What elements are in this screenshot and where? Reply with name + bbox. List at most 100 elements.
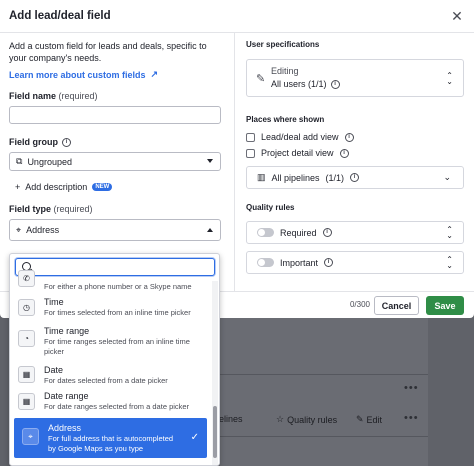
editing-value-row: All users (1/1) i [271, 79, 453, 89]
shield-icon: ☆ [276, 414, 285, 424]
option-description: For either a phone number or a Skype nam… [44, 282, 192, 291]
editing-label: Editing [271, 66, 299, 76]
field-type-select[interactable]: ⌖ Address [9, 219, 221, 241]
more-options-icon: ••• [404, 382, 419, 394]
option-title: Address [48, 423, 82, 433]
plus-icon: + [15, 182, 21, 192]
info-icon[interactable]: i [344, 132, 354, 142]
place-label: Lead/deal add view [261, 132, 339, 142]
learn-more-label: Learn more about custom fields [9, 69, 146, 80]
option-title: Time [44, 297, 64, 307]
important-rule[interactable]: Important i ⌃ ⌄ [246, 251, 464, 274]
group-icon: ⧉ [16, 156, 23, 166]
field-type-option-time[interactable]: ◷ Time For times selected from an inline… [10, 293, 213, 323]
field-type-option-time-range[interactable]: ◔ Time range For time ranges selected fr… [10, 323, 213, 361]
modal-header: Add lead/deal field ✕ [0, 0, 474, 33]
updown-chevron-icon: ⌃ ⌄ [446, 225, 453, 240]
chevron-down-icon: ⌄ [443, 172, 451, 182]
option-title: Date range [44, 391, 89, 401]
place-label: Project detail view [261, 148, 334, 158]
field-group-label: Field group i [9, 137, 221, 147]
pencil-icon: ✎ [256, 73, 266, 85]
info-icon[interactable]: i [330, 79, 340, 89]
add-description-label: Add description [25, 182, 88, 192]
important-label: Important [280, 257, 319, 268]
background-quality-rules: ☆ Quality rules [276, 414, 337, 425]
field-type-text: Field type [9, 204, 52, 214]
pencil-icon: ✎ [356, 414, 364, 424]
checkbox[interactable] [246, 132, 255, 142]
info-icon[interactable]: i [324, 258, 334, 267]
calendar-icon: ▦ [18, 366, 35, 383]
field-type-option-date[interactable]: ▦ Date For dates selected from a date pi… [10, 361, 213, 387]
info-icon[interactable]: i [339, 148, 349, 158]
background-divider [220, 436, 428, 437]
scrollbar-thumb[interactable] [213, 406, 217, 458]
option-description: For dates selected from a date picker [44, 376, 168, 385]
time-range-icon: ◔ [18, 330, 35, 347]
intro-text: Add a custom field for leads and deals, … [9, 41, 207, 63]
checkmark-icon: ✓ [190, 432, 199, 443]
option-description: For full address that is autocompleted b… [48, 434, 174, 453]
required-toggle[interactable] [257, 228, 274, 237]
learn-more-link[interactable]: Learn more about custom fields ↗ [9, 69, 221, 80]
pipeline-icon: ▥ [257, 172, 266, 182]
field-type-option-phone[interactable]: ✆ For either a phone number or a Skype n… [10, 270, 213, 293]
field-type-option-address[interactable]: ⌖ Address For full address that is autoc… [14, 418, 207, 458]
editing-select[interactable]: ✎ Editing All users (1/1) i ⌃ ⌄ [246, 59, 464, 97]
calendar-range-icon: ▦ [18, 393, 35, 410]
field-name-text: Field name [9, 91, 57, 101]
option-description: For time ranges selected from an inline … [44, 337, 190, 356]
map-pin-icon: ⌖ [22, 428, 39, 445]
phone-icon: ✆ [18, 270, 35, 287]
column-divider [234, 33, 235, 291]
updown-chevron-icon: ⌃ ⌄ [446, 255, 453, 270]
checkbox[interactable] [246, 148, 255, 158]
field-group-text: Field group [9, 137, 58, 147]
background-quality-label: Quality rules [287, 414, 338, 425]
chevron-down-icon [207, 159, 213, 163]
user-specifications-title: User specifications [246, 40, 320, 49]
map-pin-icon: ⌖ [16, 224, 22, 235]
updown-chevron-icon: ⌃ ⌄ [446, 71, 453, 86]
field-group-select[interactable]: ⧉ Ungrouped [9, 152, 221, 171]
option-title: Date [44, 365, 64, 375]
field-type-label: Field type (required) [9, 204, 221, 214]
save-button[interactable]: Save [426, 296, 464, 315]
character-counter: 0/300 [349, 300, 370, 309]
places-title: Places where shown [246, 115, 325, 124]
option-description: For times selected from an inline time p… [44, 308, 191, 317]
field-name-required: (required) [58, 91, 98, 101]
field-group-value: Ungrouped [27, 156, 72, 167]
more-options-icon: ••• [404, 412, 419, 424]
required-label: Required [280, 227, 317, 238]
left-column: Add a custom field for leads and deals, … [9, 40, 221, 241]
new-badge: NEW [92, 183, 113, 191]
option-title: Time range [44, 326, 90, 336]
info-icon[interactable]: i [322, 228, 332, 237]
pipelines-count: (1/1) [325, 172, 345, 183]
field-type-value: Address [26, 225, 60, 235]
clock-icon: ◷ [18, 299, 35, 316]
close-icon[interactable]: ✕ [449, 8, 465, 24]
field-name-label: Field name (required) [9, 91, 221, 101]
place-lead-deal-add-view[interactable]: Lead/deal add view i [246, 129, 464, 145]
background-edit-label: Edit [366, 414, 383, 425]
pipelines-value: All pipelines [271, 172, 320, 183]
required-rule[interactable]: Required i ⌃ ⌄ [246, 221, 464, 244]
field-name-input[interactable] [9, 106, 221, 124]
place-project-detail-view[interactable]: Project detail view i [246, 145, 464, 161]
cancel-button[interactable]: Cancel [374, 296, 419, 315]
pipelines-select[interactable]: ▥ All pipelines (1/1) i ⌄ [246, 166, 464, 189]
right-column: User specifications ✎ Editing All users … [246, 40, 464, 274]
add-description-button[interactable]: + Add description NEW [9, 182, 221, 192]
info-icon[interactable]: i [350, 173, 360, 182]
field-type-dropdown: ✆ For either a phone number or a Skype n… [9, 253, 220, 466]
field-type-option-date-range[interactable]: ▦ Date range For date ranges selected fr… [10, 387, 213, 418]
info-icon[interactable]: i [62, 137, 71, 147]
modal-title: Add lead/deal field [9, 10, 111, 22]
editing-value: All users (1/1) [271, 79, 327, 89]
field-type-search-input[interactable] [15, 258, 215, 276]
important-toggle[interactable] [257, 258, 274, 267]
field-type-list: ✆ For either a phone number or a Skype n… [10, 270, 213, 458]
